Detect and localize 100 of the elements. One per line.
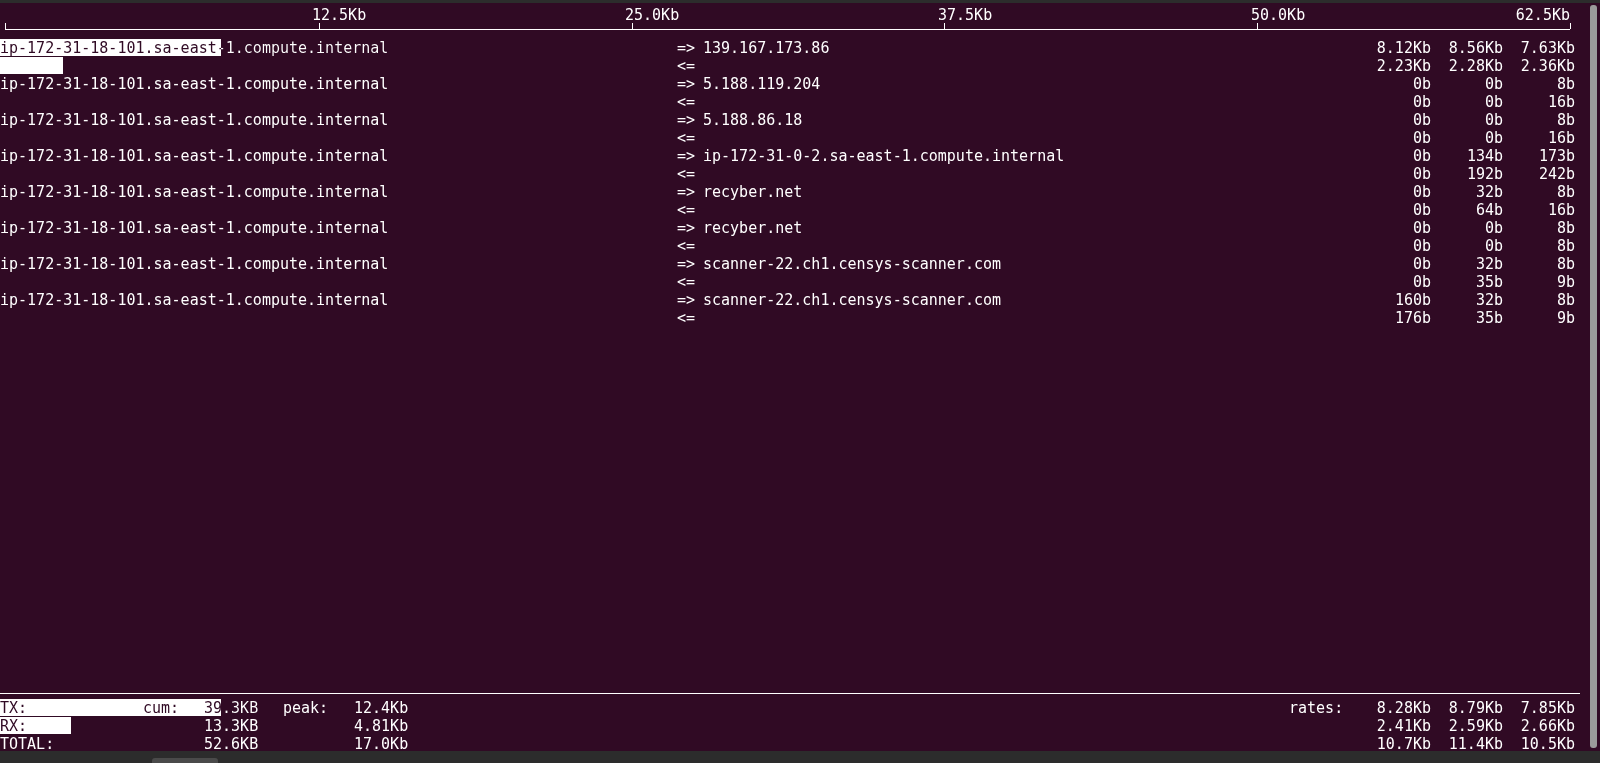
destination-host: 5.188.119.204 [703,75,821,93]
direction-arrow: <= [677,273,697,291]
rate-value: 0b [1411,147,1431,165]
rate-value: 16b [1546,93,1575,111]
rate-value: 0b [1411,93,1431,111]
source-host: ip-172-31-18-101.sa-east-1.compute.internal [0,183,389,201]
rate-value: 176b [1393,309,1431,327]
rate-value: 8b [1555,75,1575,93]
source-host: ip-172-31-18-101.sa-east-1.compute.internal [0,255,389,273]
rate-value: 8.56Kb [1447,39,1503,57]
rate-value: 0b [1411,237,1431,255]
direction-arrow: <= [677,201,697,219]
rate-value: 0b [1483,111,1503,129]
scale-label: 62.5Kb [1515,6,1570,24]
rate-value: 8b [1555,183,1575,201]
direction-arrow: => [677,111,697,129]
rate-value: 8.79Kb [1447,699,1503,717]
rate-value: 8b [1555,219,1575,237]
direction-arrow: => [677,39,697,57]
rate-value: 0b [1483,237,1503,255]
direction-arrow: <= [677,129,697,147]
source-host: ip-172-31-18-101.sa-east-1.compute.internal [0,75,389,93]
rate-value: 9b [1555,273,1575,291]
rate-value: 2.59Kb [1447,717,1503,735]
rate-value: 10.7Kb [1375,735,1431,753]
cum-value: 52.6KB [204,735,259,753]
rate-value: 2.66Kb [1519,717,1575,735]
rate-value: 134b [1465,147,1503,165]
rate-value: 8.28Kb [1375,699,1431,717]
scale-label: 12.5Kb [312,6,367,24]
rate-value: 8b [1555,111,1575,129]
direction-arrow: <= [677,165,697,183]
rate-value: 7.63Kb [1519,39,1575,57]
rate-value: 0b [1411,183,1431,201]
direction-arrow: => [677,183,697,201]
rate-value: 16b [1546,201,1575,219]
direction-arrow: => [677,219,697,237]
destination-host: scanner-22.ch1.censys-scanner.com [703,255,1001,273]
rate-value: 0b [1411,273,1431,291]
rates-label: rates: [1289,699,1344,717]
cum-value: 13.3KB [204,717,259,735]
direction-arrow: => [677,75,697,93]
peak-label: peak: [283,699,329,717]
tab-handle[interactable] [152,758,218,763]
rate-value: 35b [1474,309,1503,327]
source-host: ip-172-31-18-101.sa-east-1.compute.internal [0,147,389,165]
rate-value: 0b [1483,129,1503,147]
rate-value: 160b [1393,291,1431,309]
rate-value: 242b [1537,165,1575,183]
rate-value: 2.28Kb [1447,57,1503,75]
peak-value: 17.0Kb [354,735,409,753]
source-host: ip-172-31-18-101.sa-east-1.compute.internal [0,219,389,237]
peak-value: 4.81Kb [354,717,409,735]
direction-arrow: <= [677,57,697,75]
rate-value: 0b [1483,75,1503,93]
source-host: ip-172-31-18-101.sa-east-1.compute.internal [0,111,389,129]
rate-value: 173b [1537,147,1575,165]
rate-value: 32b [1474,183,1503,201]
rate-value: 192b [1465,165,1503,183]
rate-value: 0b [1411,201,1431,219]
direction-arrow: <= [677,93,697,111]
rate-value: 2.36Kb [1519,57,1575,75]
peak-value: 12.4Kb [354,699,409,717]
rate-value: 32b [1474,255,1503,273]
direction-arrow: <= [677,237,697,255]
rate-value: 10.5Kb [1519,735,1575,753]
rate-value: 9b [1555,309,1575,327]
rate-value: 8b [1555,237,1575,255]
rate-value: 0b [1483,219,1503,237]
total-label: TOTAL: [0,735,55,753]
rate-value: 16b [1546,129,1575,147]
destination-host: recyber.net [703,183,803,201]
rate-value: 0b [1411,75,1431,93]
rate-value: 0b [1411,129,1431,147]
rate-value: 0b [1411,255,1431,273]
rate-value: 8b [1555,255,1575,273]
destination-host: 139.167.173.86 [703,39,830,57]
rate-value: 11.4Kb [1447,735,1503,753]
source-host: ip-172-31-18-101.sa-east-1.compute.internal [0,291,389,309]
destination-host: ip-172-31-0-2.sa-east-1.compute.internal [703,147,1065,165]
rate-value: 32b [1474,291,1503,309]
scale-label: 25.0Kb [625,6,680,24]
rate-value: 2.41Kb [1375,717,1431,735]
rate-value: 7.85Kb [1519,699,1575,717]
rate-value: 0b [1411,111,1431,129]
direction-arrow: => [677,255,697,273]
rate-value: 0b [1483,93,1503,111]
rate-value: 64b [1474,201,1503,219]
direction-arrow: <= [677,309,697,327]
rate-value: 2.23Kb [1375,57,1431,75]
destination-host: recyber.net [703,219,803,237]
rate-value: 8.12Kb [1375,39,1431,57]
destination-host: 5.188.86.18 [703,111,803,129]
rate-value: 8b [1555,291,1575,309]
rate-value: 0b [1411,165,1431,183]
destination-host: scanner-22.ch1.censys-scanner.com [703,291,1001,309]
scrollbar[interactable] [1590,5,1597,748]
rate-value: 35b [1474,273,1503,291]
direction-arrow: => [677,147,697,165]
scale-label: 50.0Kb [1251,6,1306,24]
